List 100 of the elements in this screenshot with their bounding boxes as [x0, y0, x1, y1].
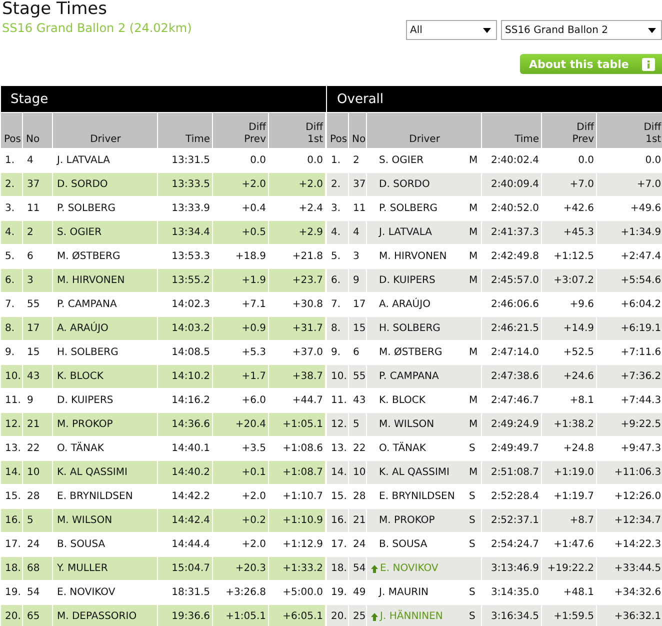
caret-icon: [483, 28, 491, 32]
column-header: No: [348, 112, 367, 148]
table-cell: 15: [348, 316, 367, 340]
table-cell: +23.7: [268, 268, 326, 292]
table-cell: 4.: [0, 220, 22, 244]
table-cell: 10: [22, 460, 52, 484]
class-letter: M: [469, 251, 479, 262]
table-cell: 43: [22, 364, 52, 388]
table-cell: +20.3: [212, 556, 268, 580]
table-cell: 14:10.2: [158, 364, 212, 388]
class-letter: S: [469, 515, 476, 526]
table-cell: +19:22.2: [542, 556, 597, 580]
dropdown[interactable]: All: [406, 20, 497, 40]
table-cell: +1:08.7: [268, 460, 326, 484]
driver-name: O. TÄNAK: [378, 443, 427, 454]
class-letter: M: [469, 227, 479, 238]
table-cell: 2:52:37.1: [482, 508, 542, 532]
table-cell: 18.: [326, 556, 349, 580]
driver-name: M. WILSON: [378, 419, 436, 430]
class-letter: M: [469, 467, 479, 478]
table-cell: 12.: [326, 412, 349, 436]
table-cell: +2.0: [268, 172, 326, 196]
dropdown[interactable]: SS16 Grand Ballon 2: [501, 20, 662, 40]
driver-name: E. NOVIKOV: [380, 563, 440, 574]
table-cell: 2:40:09.4: [482, 172, 542, 196]
table-cell: +36:32.1: [596, 604, 662, 626]
driver-name: M. ØSTBERG: [378, 347, 444, 358]
class-letter: S: [469, 539, 476, 550]
class-letter: S: [469, 587, 476, 598]
class-letter: M: [469, 155, 479, 166]
table-cell: +5:54.6: [596, 268, 662, 292]
table-cell: 14:03.2: [158, 316, 212, 340]
table-cell: 2:51:08.7: [482, 460, 542, 484]
class-letter: M: [469, 347, 479, 358]
table-cell: +1:05.1: [268, 412, 326, 436]
driver-name: E. BRYNILDSEN: [378, 491, 456, 502]
column-header: Driver: [52, 112, 158, 148]
table-cell: 8.: [0, 316, 22, 340]
table-cell: 14:40.2: [158, 460, 212, 484]
table-cell: 37: [22, 172, 52, 196]
table-cell: 2: [22, 220, 52, 244]
table-cell: 16.: [326, 508, 349, 532]
table-cell: 37: [348, 172, 367, 196]
table-cell: 14:42.4: [158, 508, 212, 532]
driver-name: M. HIRVONEN: [378, 251, 448, 262]
column-header: Pos: [0, 112, 22, 148]
driver-name: M. PROKOP: [378, 515, 436, 526]
table-cell: +6:19.1: [596, 316, 662, 340]
table-cell: 19:36.6: [158, 604, 212, 626]
table-cell: 2:41:37.3: [482, 220, 542, 244]
driver-name: J. MAURIN: [378, 587, 430, 598]
table-cell: 18.: [0, 556, 22, 580]
driver-name: D. SORDO: [378, 179, 431, 190]
table-cell: 2:46:21.5: [482, 316, 542, 340]
table-cell: 4.: [326, 220, 349, 244]
table-cell: 14.: [326, 460, 349, 484]
table-cell: 2:47:38.6: [482, 364, 542, 388]
table-cell: K. AL QASSIMI: [52, 460, 158, 484]
column-header: Driver: [366, 112, 482, 148]
driver-name: K. BLOCK: [378, 395, 426, 406]
table-cell: 14.: [0, 460, 22, 484]
table-cell: 20.: [326, 604, 349, 626]
table-cell: +1:10.9: [268, 508, 326, 532]
up-arrow-icon: [371, 612, 378, 620]
driver-name: K. AL QASSIMI: [378, 467, 450, 478]
table-cell: +1:19.0: [542, 460, 597, 484]
table-cell: 16.: [0, 508, 22, 532]
table-cell: +20.4: [212, 412, 268, 436]
class-letter: M: [469, 203, 479, 214]
driver-name: P. SOLBERG: [378, 203, 439, 214]
table-cell: 6.: [0, 268, 22, 292]
driver-name: J. LATVALA: [378, 227, 434, 238]
table-cell: 9: [348, 268, 367, 292]
table-cell: 10: [348, 460, 367, 484]
class-letter: M: [469, 395, 479, 406]
table-cell: +33:44.5: [596, 556, 662, 580]
column-header: Pos: [326, 112, 349, 148]
table-cell: +1:38.2: [542, 412, 597, 436]
table-cell: 13:33.5: [158, 172, 212, 196]
table-cell: +38.7: [268, 364, 326, 388]
table-cell: 20.: [0, 604, 22, 626]
table-cell: S. OGIER: [52, 220, 158, 244]
table-cell: 54: [348, 556, 367, 580]
table-cell: 55: [348, 364, 367, 388]
table-cell: +1.9: [212, 268, 268, 292]
table-cell: 14:36.6: [158, 412, 212, 436]
class-letter: S: [469, 443, 476, 454]
table-cell: 25: [348, 604, 367, 626]
driver-name: B. SOUSA: [378, 539, 428, 550]
up-arrow-icon: [371, 564, 378, 572]
table-cell: +0.2: [212, 508, 268, 532]
section-header: Overall: [326, 86, 662, 112]
table-cell: +0.1: [212, 460, 268, 484]
driver-name: D. KUIPERS: [378, 275, 436, 286]
table-cell: 2.: [0, 172, 22, 196]
info-icon: [642, 58, 655, 70]
driver-name: H. SOLBERG: [378, 323, 442, 334]
table-cell: K. BLOCK: [52, 364, 158, 388]
driver-name: J. HÄNNINEN: [380, 611, 444, 622]
table-cell: 3:13:46.9: [482, 556, 542, 580]
